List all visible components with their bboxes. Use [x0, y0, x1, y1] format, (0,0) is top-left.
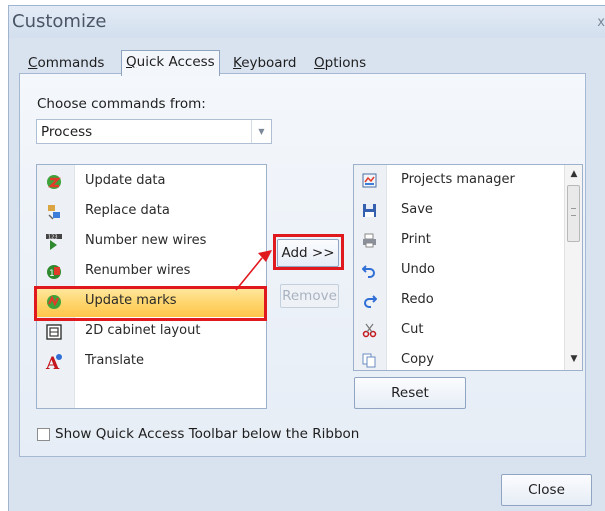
undo-icon	[362, 265, 375, 278]
show-below-ribbon-checkbox[interactable]	[37, 428, 50, 441]
tab-keyboard[interactable]: Keyboard	[229, 52, 300, 74]
list-item-label: Projects manager	[401, 172, 515, 187]
list-item-label: 2D cabinet layout	[85, 323, 201, 338]
show-below-ribbon-label: Show Quick Access Toolbar below the Ribb…	[55, 426, 360, 442]
update-data-icon	[47, 175, 61, 189]
list-item[interactable]: Undo	[354, 256, 582, 286]
number-wires-icon: 123	[46, 234, 62, 250]
list-item-label: Redo	[401, 292, 434, 307]
list-item[interactable]: Projects manager	[354, 166, 582, 196]
title-bar: Customize x	[9, 6, 605, 38]
reset-button[interactable]: Reset	[354, 377, 466, 409]
dialog-title: Customize	[12, 11, 107, 32]
grip-icon	[571, 208, 576, 216]
list-item-label: Save	[401, 202, 433, 217]
choose-commands-label: Choose commands from:	[37, 96, 206, 112]
list-item[interactable]: 1 Renumber wires	[37, 257, 266, 287]
redo-icon	[364, 295, 377, 308]
copy-icon	[362, 353, 376, 368]
print-icon	[363, 233, 376, 248]
list-item-label: Undo	[401, 262, 435, 277]
list-item[interactable]: Redo	[354, 286, 582, 316]
list-item-label: Replace data	[85, 203, 170, 218]
list-item-label: Cut	[401, 322, 424, 337]
list-item[interactable]: Update data	[37, 167, 266, 197]
projects-manager-icon	[362, 173, 377, 188]
scrollbar-thumb[interactable]	[567, 185, 580, 242]
annotation-highlight-selected-item	[34, 286, 267, 321]
remove-button[interactable]: Remove	[280, 284, 339, 308]
tab-commands[interactable]: Commands	[24, 52, 108, 74]
list-item-label: Number new wires	[85, 233, 207, 248]
scroll-down-icon[interactable]: ▼	[565, 354, 582, 364]
vertical-scrollbar[interactable]: ▲ ▼	[564, 165, 582, 370]
list-item[interactable]: Cut	[354, 316, 582, 346]
save-icon	[363, 204, 376, 217]
list-item[interactable]: A Translate	[37, 347, 266, 377]
chevron-down-icon[interactable]: ▼	[251, 120, 271, 143]
svg-text:1: 1	[49, 269, 55, 279]
close-button[interactable]: Close	[501, 474, 592, 506]
list-item-label: Print	[401, 232, 431, 247]
list-item-label: Update data	[85, 173, 166, 188]
svg-text:123: 123	[48, 235, 58, 241]
list-item[interactable]: 2D cabinet layout	[37, 317, 266, 347]
close-icon[interactable]: x	[597, 15, 605, 30]
list-item[interactable]: 123 Number new wires	[37, 227, 266, 257]
quick-access-commands-list[interactable]: Projects manager Save Print Undo Redo Cu…	[353, 164, 583, 371]
list-item[interactable]: Print	[354, 226, 582, 256]
scroll-up-icon[interactable]: ▲	[565, 169, 582, 179]
list-item[interactable]: Replace data	[37, 197, 266, 227]
list-item-label: Renumber wires	[85, 263, 191, 278]
list-item-label: Copy	[401, 352, 434, 367]
replace-data-icon	[48, 205, 60, 220]
commands-source-dropdown[interactable]: Process ▼	[36, 119, 272, 144]
cabinet-layout-icon	[46, 324, 62, 340]
cut-icon	[362, 323, 377, 338]
tab-options[interactable]: Options	[310, 52, 370, 74]
translate-icon: A	[45, 354, 62, 371]
tab-quick-access[interactable]: Quick Access	[121, 50, 220, 76]
list-item[interactable]: Copy	[354, 346, 582, 370]
annotation-highlight-add-button	[273, 234, 344, 270]
list-item-label: Translate	[85, 353, 145, 368]
list-item[interactable]: Save	[354, 196, 582, 226]
dropdown-selected-value: Process	[41, 124, 93, 140]
renumber-wires-icon: 1	[47, 265, 61, 279]
